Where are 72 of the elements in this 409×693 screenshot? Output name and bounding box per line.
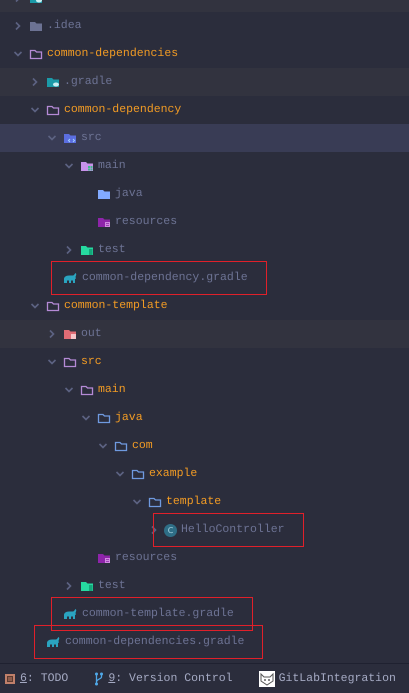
tree-item-label[interactable]: test (98, 241, 126, 259)
folder-icon (63, 355, 77, 369)
tree-item-label[interactable]: src (81, 353, 102, 371)
folder-icon (80, 383, 94, 397)
module-folder-icon (80, 159, 94, 173)
tree-item-label[interactable]: com (132, 437, 153, 455)
resources-folder-icon (97, 215, 111, 229)
chevron-down-icon[interactable] (64, 385, 74, 395)
chevron-right-icon[interactable] (64, 581, 74, 591)
tree-item-label[interactable]: common-dependencies (47, 45, 178, 63)
chevron-right-icon[interactable] (30, 77, 40, 87)
branch-icon (94, 672, 104, 686)
tool-window-button[interactable]: GitLabIntegration (258, 670, 396, 688)
chevron-right-icon[interactable] (47, 329, 57, 339)
tree-item-label[interactable]: example (149, 465, 198, 483)
elephant-icon (62, 271, 78, 285)
folder-icon (29, 47, 43, 61)
test-folder-icon (80, 243, 94, 257)
folder-icon (148, 495, 162, 509)
folder-icon (46, 103, 60, 117)
chevron-down-icon[interactable] (30, 105, 40, 115)
resources-folder-icon (97, 551, 111, 565)
tree-item-label[interactable]: java (115, 409, 143, 427)
chevron-right-icon[interactable] (149, 525, 159, 535)
tree-item-label[interactable]: template (166, 493, 222, 511)
chevron-right-icon[interactable] (64, 245, 74, 255)
tool-window-button[interactable]: 9: Version Control (94, 670, 233, 688)
folder-icon (46, 299, 60, 313)
chevron-right-icon[interactable] (13, 21, 23, 31)
folder-icon (131, 467, 145, 481)
elephant-icon (62, 607, 78, 621)
tree-item-label[interactable]: resources (115, 213, 178, 231)
chevron-down-icon[interactable] (98, 441, 108, 451)
tree-item-label[interactable]: HelloController (181, 521, 285, 539)
chevron-down-icon[interactable] (81, 413, 91, 423)
folder-icon (97, 187, 111, 201)
folder-icon (97, 411, 111, 425)
tree-item-label[interactable]: common-dependency.gradle (82, 269, 248, 287)
tree-item-label[interactable]: main (98, 381, 126, 399)
tree-item-label[interactable]: test (98, 577, 126, 595)
chevron-down-icon[interactable] (47, 133, 57, 143)
fox-icon (258, 670, 275, 686)
tree-item-label[interactable]: src (81, 129, 102, 147)
tree-item-label[interactable]: .gradle (64, 73, 112, 91)
folder-icon (29, 19, 43, 33)
source-folder-icon (63, 131, 77, 145)
gradle-folder-icon (46, 75, 60, 89)
tree-item-label[interactable]: resources (115, 549, 178, 567)
tree-item-label[interactable]: common-template.gradle (82, 605, 234, 623)
tree-item-label[interactable]: common-dependencies.gradle (65, 633, 244, 651)
folder-icon (114, 439, 128, 453)
chevron-down-icon[interactable] (64, 161, 74, 171)
tree-item-label[interactable]: .idea (47, 17, 82, 35)
chevron-down-icon[interactable] (30, 301, 40, 311)
chevron-down-icon[interactable] (115, 469, 125, 479)
excluded-row[interactable]: .gradle (0, 68, 409, 96)
list-icon (4, 672, 16, 684)
tool-window-button[interactable]: 6: TODO (4, 670, 68, 688)
chevron-down-icon[interactable] (132, 497, 142, 507)
chevron-down-icon[interactable] (13, 49, 23, 59)
tree-item-label[interactable]: common-template (64, 297, 168, 315)
excluded-row[interactable]: out (0, 320, 409, 348)
out-folder-icon (63, 327, 77, 341)
tree-item-label[interactable]: out (81, 325, 102, 343)
class-icon: C (164, 524, 177, 536)
test-folder-icon (80, 579, 94, 593)
chevron-down-icon[interactable] (47, 357, 57, 367)
elephant-icon (45, 635, 61, 649)
tree-item-label[interactable]: common-dependency (64, 101, 182, 119)
tree-item-label[interactable]: java (115, 185, 143, 203)
tree-item-label[interactable]: main (98, 157, 126, 175)
selected-row[interactable]: src (0, 124, 409, 152)
